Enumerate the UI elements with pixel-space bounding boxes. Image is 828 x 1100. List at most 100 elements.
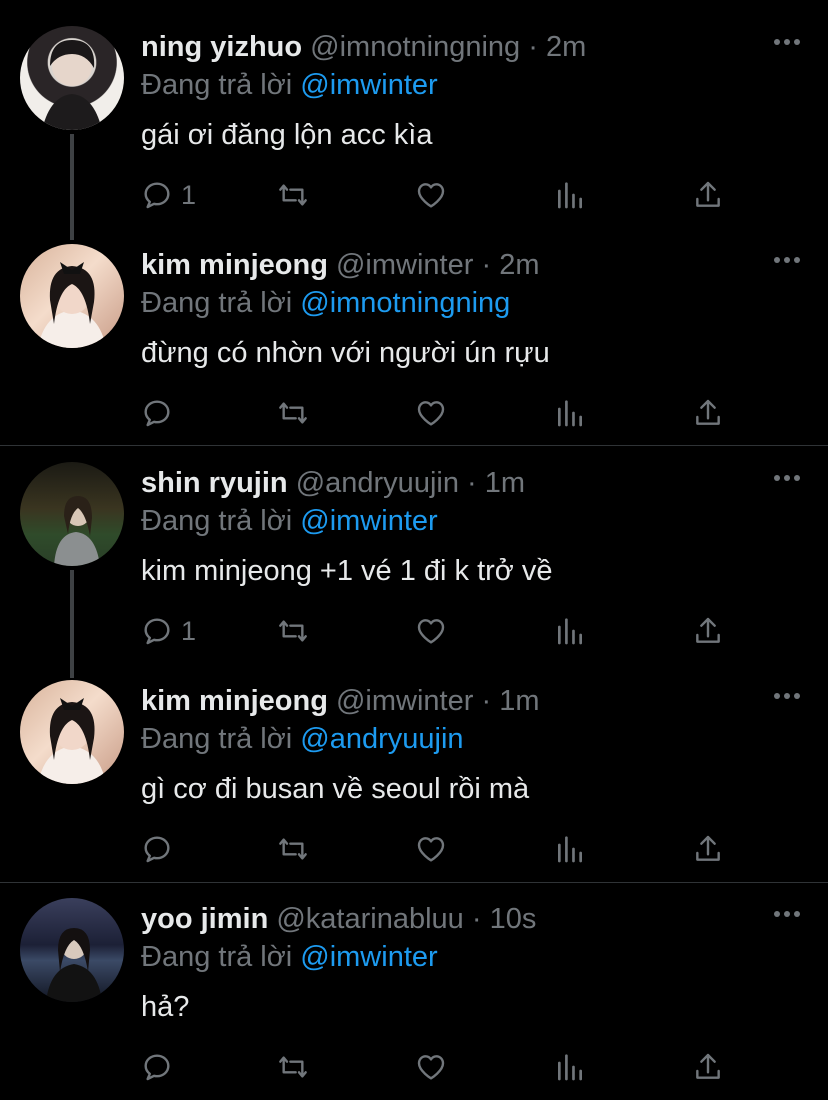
reply-button[interactable]: 1 xyxy=(141,611,196,651)
avatar[interactable] xyxy=(20,462,124,566)
retweet-button[interactable] xyxy=(277,393,309,433)
replying-to: Đang trả lời @imwinter xyxy=(141,504,438,538)
like-button[interactable] xyxy=(415,611,447,651)
views-button[interactable] xyxy=(554,829,586,869)
retweet-button[interactable] xyxy=(277,829,309,869)
views-icon xyxy=(558,618,582,645)
views-button[interactable] xyxy=(554,175,586,215)
timestamp[interactable]: 2m xyxy=(546,31,586,63)
retweet-icon xyxy=(279,838,307,860)
mention-link[interactable]: @imnotningning xyxy=(300,287,510,319)
reply-button[interactable] xyxy=(141,393,181,433)
views-button[interactable] xyxy=(554,611,586,651)
action-bar: 1 xyxy=(141,611,741,651)
display-name[interactable]: yoo jimin xyxy=(141,903,268,935)
retweet-button[interactable] xyxy=(277,1047,309,1087)
retweet-button[interactable] xyxy=(277,611,309,651)
views-icon xyxy=(558,1054,582,1081)
avatar[interactable] xyxy=(20,26,124,130)
replying-to: Đang trả lời @imwinter xyxy=(141,68,438,102)
more-icon[interactable] xyxy=(774,910,800,918)
mention-link[interactable]: @imwinter xyxy=(300,505,437,537)
share-icon xyxy=(696,617,720,643)
replying-to: Đang trả lời @imwinter xyxy=(141,940,438,974)
user-handle[interactable]: @imnotningning xyxy=(310,31,520,63)
timestamp[interactable]: 1m xyxy=(485,467,525,499)
timestamp[interactable]: 1m xyxy=(499,685,539,717)
separator-dot: · xyxy=(467,467,477,499)
share-button[interactable] xyxy=(692,611,724,651)
timestamp[interactable]: 2m xyxy=(499,249,539,281)
like-button[interactable] xyxy=(415,393,447,433)
more-icon[interactable] xyxy=(774,38,800,46)
timestamp[interactable]: 10s xyxy=(490,903,537,935)
share-button[interactable] xyxy=(692,175,724,215)
share-icon xyxy=(696,181,720,207)
reply-icon xyxy=(144,1054,170,1081)
retweet-button[interactable] xyxy=(277,175,309,215)
reply-count: 1 xyxy=(181,179,197,210)
views-icon xyxy=(558,182,582,209)
separator-dot: · xyxy=(528,31,538,63)
action-bar xyxy=(141,393,741,433)
tweet[interactable]: shin ryujin @andryuujin · 1m Đang trả lờ… xyxy=(0,436,828,666)
mention-link[interactable]: @imwinter xyxy=(300,941,437,973)
reply-button[interactable] xyxy=(141,1047,181,1087)
like-icon xyxy=(417,619,445,644)
replying-to-label: Đang trả lời xyxy=(141,287,293,319)
separator-dot: · xyxy=(481,249,492,281)
replying-to-label: Đang trả lời xyxy=(141,505,293,537)
like-icon xyxy=(417,183,445,208)
like-button[interactable] xyxy=(415,175,447,215)
replying-to-label: Đang trả lời xyxy=(141,69,293,101)
like-icon xyxy=(417,1055,445,1080)
reply-icon xyxy=(144,618,170,645)
separator-dot: · xyxy=(471,903,482,935)
avatar[interactable] xyxy=(20,244,124,348)
views-icon xyxy=(558,400,582,427)
tweet[interactable]: kim minjeong @imwinter · 2m Đang trả lời… xyxy=(0,218,828,438)
display-name[interactable]: shin ryujin xyxy=(141,467,288,499)
like-button[interactable] xyxy=(415,829,447,869)
user-handle[interactable]: @imwinter xyxy=(336,685,473,717)
tweet-text: gì cơ đi busan về seoul rồi mà xyxy=(141,773,530,805)
mention-link[interactable]: @andryuujin xyxy=(300,723,463,755)
tweet-header: ning yizhuo @imnotningning · 2m xyxy=(141,30,586,64)
avatar[interactable] xyxy=(20,898,124,1002)
user-handle[interactable]: @katarinabluu xyxy=(276,903,463,935)
tweet[interactable]: ning yizhuo @imnotningning · 2m Đang trả… xyxy=(0,0,828,230)
display-name[interactable]: kim minjeong xyxy=(141,685,328,717)
mention-link[interactable]: @imwinter xyxy=(300,69,437,101)
share-button[interactable] xyxy=(692,393,724,433)
like-icon xyxy=(417,401,445,426)
separator-dot: · xyxy=(481,685,492,717)
display-name[interactable]: ning yizhuo xyxy=(141,31,302,63)
user-handle[interactable]: @imwinter xyxy=(336,249,473,281)
tweet-header: yoo jimin @katarinabluu · 10s xyxy=(141,902,536,936)
retweet-icon xyxy=(279,184,307,206)
more-icon[interactable] xyxy=(774,474,800,482)
display-name[interactable]: kim minjeong xyxy=(141,249,328,281)
action-bar xyxy=(141,829,741,869)
retweet-icon xyxy=(279,620,307,642)
more-icon[interactable] xyxy=(774,256,800,264)
share-icon xyxy=(696,1053,720,1079)
reply-button[interactable]: 1 xyxy=(141,175,196,215)
reply-icon xyxy=(144,400,170,427)
reply-button[interactable] xyxy=(141,829,181,869)
tweet[interactable]: kim minjeong @imwinter · 1m Đang trả lời… xyxy=(0,654,828,874)
avatar[interactable] xyxy=(20,680,124,784)
tweet-text: đừng có nhờn với người ún rựu xyxy=(141,337,550,369)
tweet[interactable]: yoo jimin @katarinabluu · 10s Đang trả l… xyxy=(0,872,828,1100)
tweet-header: shin ryujin @andryuujin · 1m xyxy=(141,466,525,500)
share-button[interactable] xyxy=(692,1047,724,1087)
views-button[interactable] xyxy=(554,393,586,433)
more-icon[interactable] xyxy=(774,692,800,700)
replying-to-label: Đang trả lời xyxy=(141,723,293,755)
retweet-icon xyxy=(279,1056,307,1078)
tweet-text: kim minjeong +1 vé 1 đi k trở về xyxy=(141,555,553,587)
views-button[interactable] xyxy=(554,1047,586,1087)
like-button[interactable] xyxy=(415,1047,447,1087)
share-button[interactable] xyxy=(692,829,724,869)
user-handle[interactable]: @andryuujin xyxy=(296,467,459,499)
